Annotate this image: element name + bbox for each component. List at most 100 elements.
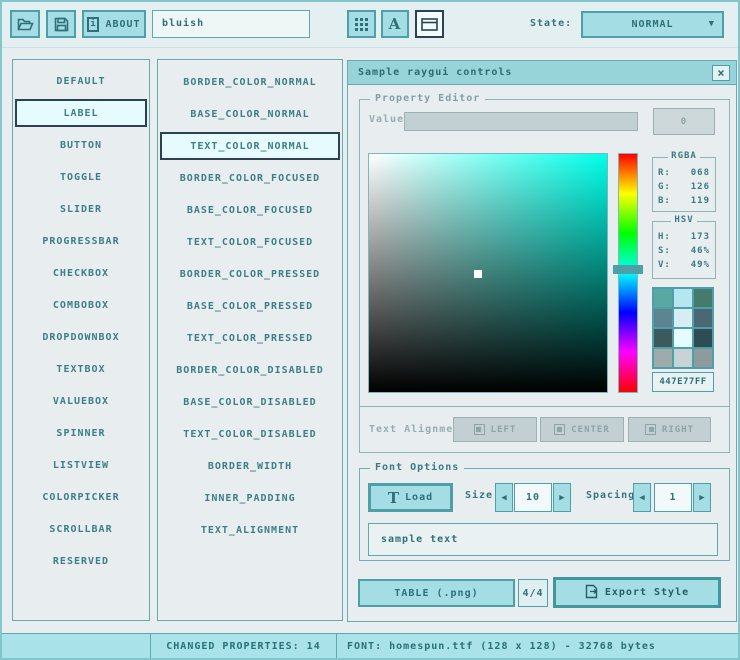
property-item[interactable]: INNER_PADDING bbox=[158, 482, 342, 514]
s-label: S: bbox=[658, 244, 671, 258]
window-titlebar[interactable]: Sample raygui controls × bbox=[348, 61, 736, 85]
rgba-row-g: G: 126 bbox=[658, 180, 710, 194]
close-button[interactable]: × bbox=[712, 65, 730, 81]
about-button-label: ABOUT bbox=[105, 19, 140, 30]
color-swatch[interactable] bbox=[674, 329, 692, 347]
size-decrease-button[interactable]: ◀ bbox=[495, 483, 513, 512]
rgba-group: RGBA R: 068 G: 126 B: 119 bbox=[652, 157, 716, 212]
chevron-left-icon: ◀ bbox=[639, 493, 644, 503]
rguistyler-app: i ABOUT bluish A State: bbox=[0, 0, 740, 660]
spacing-increase-button[interactable]: ▶ bbox=[693, 483, 711, 512]
s-value: 46% bbox=[691, 244, 710, 258]
color-swatch[interactable] bbox=[694, 309, 712, 327]
control-item[interactable]: SPINNER bbox=[13, 417, 149, 449]
size-value-box[interactable]: 10 bbox=[514, 483, 552, 512]
size-increase-button[interactable]: ▶ bbox=[553, 483, 571, 512]
hue-slider-handle[interactable] bbox=[613, 265, 643, 274]
control-item[interactable]: SCROLLBAR bbox=[13, 513, 149, 545]
sample-text-input[interactable]: sample text bbox=[368, 523, 718, 556]
chevron-left-icon: ◀ bbox=[501, 493, 506, 503]
status-bar: CHANGED PROPERTIES: 14 FONT: homespun.tt… bbox=[2, 633, 738, 658]
color-swatch[interactable] bbox=[654, 289, 672, 307]
control-item[interactable]: COMBOBOX bbox=[13, 289, 149, 321]
property-item[interactable]: BASE_COLOR_DISABLED bbox=[158, 386, 342, 418]
align-right-button[interactable]: RIGHT bbox=[628, 417, 711, 442]
property-editor-group-label: Property Editor bbox=[370, 93, 485, 104]
state-label: State: bbox=[530, 18, 572, 29]
open-file-button[interactable] bbox=[10, 10, 40, 38]
control-item[interactable]: TEXTBOX bbox=[13, 353, 149, 385]
color-picker-cursor[interactable] bbox=[474, 270, 482, 278]
h-value: 173 bbox=[691, 230, 710, 244]
property-item[interactable]: BORDER_COLOR_PRESSED bbox=[158, 258, 342, 290]
color-swatch[interactable] bbox=[694, 329, 712, 347]
controls-view-button[interactable] bbox=[415, 10, 444, 38]
color-swatch[interactable] bbox=[654, 309, 672, 327]
hsv-group-label: HSV bbox=[671, 215, 696, 225]
property-item[interactable]: BORDER_WIDTH bbox=[158, 450, 342, 482]
property-item[interactable]: BORDER_COLOR_DISABLED bbox=[158, 354, 342, 386]
align-left-icon bbox=[474, 424, 485, 435]
hsv-row-s: S: 46% bbox=[658, 244, 710, 258]
align-center-button[interactable]: CENTER bbox=[540, 417, 624, 442]
control-item[interactable]: DROPDOWNBOX bbox=[13, 321, 149, 353]
state-dropdown[interactable]: NORMAL ▼ bbox=[581, 11, 724, 38]
save-file-button[interactable] bbox=[46, 10, 76, 38]
property-item[interactable]: TEXT_COLOR_FOCUSED bbox=[158, 226, 342, 258]
spacing-decrease-button[interactable]: ◀ bbox=[633, 483, 651, 512]
style-table-view-button[interactable] bbox=[347, 10, 376, 38]
r-label: R: bbox=[658, 166, 671, 180]
font-options-group-label: Font Options bbox=[370, 462, 464, 473]
font-view-button[interactable]: A bbox=[381, 10, 409, 38]
property-item[interactable]: BASE_COLOR_PRESSED bbox=[158, 290, 342, 322]
color-picker-panel[interactable] bbox=[368, 153, 608, 393]
export-table-button[interactable]: TABLE (.png) bbox=[358, 579, 515, 607]
align-center-label: CENTER bbox=[571, 425, 610, 435]
color-swatch[interactable] bbox=[654, 349, 672, 367]
control-item[interactable]: VALUEBOX bbox=[13, 385, 149, 417]
control-item[interactable]: PROGRESSBAR bbox=[13, 225, 149, 257]
property-item[interactable]: TEXT_COLOR_NORMAL bbox=[160, 132, 340, 160]
v-value: 49% bbox=[691, 258, 710, 272]
close-icon: × bbox=[717, 66, 724, 80]
property-item[interactable]: TEXT_COLOR_DISABLED bbox=[158, 418, 342, 450]
align-left-button[interactable]: LEFT bbox=[453, 417, 537, 442]
property-item[interactable]: BASE_COLOR_NORMAL bbox=[158, 98, 342, 130]
control-item[interactable]: LISTVIEW bbox=[13, 449, 149, 481]
control-item[interactable]: LABEL bbox=[15, 99, 147, 127]
property-item[interactable]: BORDER_COLOR_NORMAL bbox=[158, 66, 342, 98]
property-item[interactable]: BASE_COLOR_FOCUSED bbox=[158, 194, 342, 226]
rgba-row-r: R: 068 bbox=[658, 166, 710, 180]
font-load-button[interactable]: T Load bbox=[368, 483, 453, 512]
color-swatch[interactable] bbox=[674, 349, 692, 367]
control-item[interactable]: CHECKBOX bbox=[13, 257, 149, 289]
spacing-value-box[interactable]: 1 bbox=[654, 483, 692, 512]
control-item[interactable]: DEFAULT bbox=[13, 65, 149, 97]
align-center-icon bbox=[554, 424, 565, 435]
hex-value-box[interactable]: 447E77FF bbox=[652, 372, 714, 392]
property-item[interactable]: TEXT_ALIGNMENT bbox=[158, 514, 342, 546]
about-button[interactable]: i ABOUT bbox=[82, 10, 146, 38]
property-item[interactable]: BORDER_COLOR_FOCUSED bbox=[158, 162, 342, 194]
control-item[interactable]: RESERVED bbox=[13, 545, 149, 577]
export-style-button[interactable]: Export Style bbox=[553, 577, 721, 608]
control-item[interactable]: TOGGLE bbox=[13, 161, 149, 193]
r-value: 068 bbox=[691, 166, 710, 180]
hsv-row-h: H: 173 bbox=[658, 230, 710, 244]
property-item[interactable]: TEXT_COLOR_PRESSED bbox=[158, 322, 342, 354]
control-item[interactable]: COLORPICKER bbox=[13, 481, 149, 513]
export-format-counter[interactable]: 4/4 bbox=[518, 579, 548, 607]
value-slider[interactable] bbox=[404, 112, 638, 131]
value-button[interactable]: 0 bbox=[653, 108, 715, 135]
control-item[interactable]: SLIDER bbox=[13, 193, 149, 225]
color-swatch[interactable] bbox=[674, 309, 692, 327]
v-label: V: bbox=[658, 258, 671, 272]
color-swatch[interactable] bbox=[694, 289, 712, 307]
h-label: H: bbox=[658, 230, 671, 244]
color-swatch[interactable] bbox=[674, 289, 692, 307]
control-item[interactable]: BUTTON bbox=[13, 129, 149, 161]
style-name-input[interactable]: bluish bbox=[152, 10, 310, 38]
color-swatch[interactable] bbox=[694, 349, 712, 367]
align-right-icon bbox=[645, 424, 656, 435]
color-swatch[interactable] bbox=[654, 329, 672, 347]
